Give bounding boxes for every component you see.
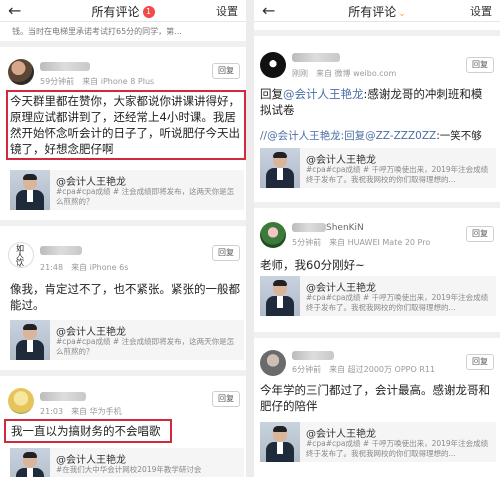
- comment-meta: 21:48 来自 iPhone 6s: [40, 263, 129, 272]
- mention-link[interactable]: :回复@ZZ-ZZZ0ZZ: [341, 130, 437, 142]
- reply-button[interactable]: 回复: [212, 245, 240, 261]
- previous-comment-snippet: 钱。当时在电梯里承诺考试打65分的同学，第...: [12, 27, 182, 36]
- post-author: @会计人王艳龙: [56, 177, 126, 188]
- comment-meta: 5分钟前 来自 HUAWEI Mate 20 Pro: [292, 238, 431, 247]
- notification-badge: 1: [142, 6, 155, 18]
- screenshot-divider: [246, 0, 254, 477]
- avatar[interactable]: 如人饮水: [8, 242, 34, 268]
- chevron-down-icon: ⌄: [398, 9, 406, 19]
- linked-post-card[interactable]: @会计人王艳龙 #cpa#cpa成绩 # 千呼万唤使出来，2019年注会成绩终于…: [260, 148, 496, 188]
- linked-post-card[interactable]: @会计人王艳龙 #cpa#cpa成绩 # 千呼万唤使出来，2019年注会成绩终于…: [260, 422, 496, 462]
- right-screenshot: ← 所有评论 ⌄ 设置 刚刚 来自 微博 weibo.com 回复 回复@会计人王…: [254, 0, 500, 477]
- post-author: @会计人王艳龙: [306, 429, 376, 440]
- avatar[interactable]: [260, 222, 286, 248]
- post-excerpt: #在我们大中华会计网校2019年教学研讨会: [56, 465, 202, 474]
- comment-text: 回复@会计人王艳龙:感谢龙哥的冲刺班和模拟试卷: [260, 87, 483, 117]
- settings-link[interactable]: 设置: [470, 3, 492, 19]
- linked-post-card[interactable]: @会计人王艳龙 #在我们大中华会计网校2019年教学研讨会: [10, 448, 244, 477]
- mention-link[interactable]: //@会计人王艳龙: [260, 130, 341, 142]
- reply-button[interactable]: 回复: [466, 57, 494, 73]
- post-thumbnail: [10, 448, 50, 477]
- page-title: 所有评论 1: [0, 3, 246, 20]
- linked-post-card[interactable]: @会计人王艳龙 #cpa#cpa成绩 # 注会成绩即将发布，这两天你是怎么煎熬的…: [10, 170, 244, 210]
- avatar[interactable]: [8, 59, 34, 85]
- post-thumbnail: [260, 148, 300, 188]
- linked-post-card[interactable]: @会计人王艳龙 #cpa#cpa成绩 # 注会成绩即将发布，这两天你是怎么煎熬的…: [10, 320, 244, 360]
- left-screenshot: ← 所有评论 1 设置 钱。当时在电梯里承诺考试打65分的同学，第... 59分钟…: [0, 0, 246, 477]
- reply-button[interactable]: 回复: [466, 226, 494, 242]
- post-author: @会计人王艳龙: [306, 155, 376, 166]
- post-excerpt: #cpa#cpa成绩 # 千呼万唤使出来，2019年注会成绩终于发布了。我祝我网…: [306, 293, 489, 312]
- comment-text: 像我，肯定过不了，也不紧张。紧张的一般都能过。: [10, 282, 240, 312]
- header-bar: ← 所有评论 1 设置: [0, 0, 246, 22]
- divider: [0, 41, 246, 47]
- comment-meta: 刚刚 来自 微博 weibo.com: [292, 69, 397, 78]
- username[interactable]: [40, 391, 86, 402]
- comment-text: 今年学的三门都过了，会计最高。感谢龙哥和肥仔的陪伴: [260, 383, 490, 413]
- highlight-box: [6, 90, 246, 160]
- post-excerpt: #cpa#cpa成绩 # 注会成绩即将发布，这两天你是怎么煎熬的？: [56, 187, 235, 206]
- header-bar: ← 所有评论 ⌄ 设置: [254, 0, 500, 22]
- username[interactable]: [292, 350, 334, 361]
- comment-meta: 21:03 来自 华为手机: [40, 407, 122, 416]
- comment-meta: 6分钟前 来自 超过2000万 OPPO R11: [292, 365, 436, 374]
- username[interactable]: [292, 52, 340, 63]
- comment-text: 老师，我60分刚好~: [260, 258, 365, 272]
- username[interactable]: [40, 245, 82, 256]
- page-title[interactable]: 所有评论 ⌄: [254, 3, 500, 20]
- mention-link[interactable]: @会计人王艳龙: [283, 87, 364, 101]
- quoted-reply-text: //@会计人王艳龙:回复@ZZ-ZZZ0ZZ:一笑不够: [260, 130, 482, 142]
- avatar-calligraphy: 如人饮水: [16, 244, 24, 268]
- divider: [254, 332, 500, 338]
- post-thumbnail: [10, 170, 50, 210]
- reply-button[interactable]: 回复: [212, 63, 240, 79]
- post-thumbnail: [10, 320, 50, 360]
- settings-link[interactable]: 设置: [216, 3, 238, 19]
- reply-button[interactable]: 回复: [466, 354, 494, 370]
- avatar[interactable]: [260, 52, 286, 78]
- username[interactable]: ShenKiN: [292, 222, 364, 233]
- divider: [0, 220, 246, 226]
- divider: [0, 370, 246, 376]
- post-author: @会计人王艳龙: [306, 283, 376, 294]
- post-author: @会计人王艳龙: [56, 455, 126, 466]
- highlight-box: [4, 419, 172, 443]
- username[interactable]: [40, 61, 90, 72]
- post-thumbnail: [260, 276, 300, 316]
- divider: [254, 202, 500, 208]
- post-excerpt: #cpa#cpa成绩 # 千呼万唤使出来，2019年注会成绩终于发布了。我祝我网…: [306, 439, 489, 458]
- post-excerpt: #cpa#cpa成绩 # 注会成绩即将发布，这两天你是怎么煎熬的？: [56, 337, 235, 356]
- comment-meta: 59分钟前 来自 iPhone 8 Plus: [40, 77, 155, 86]
- post-author: @会计人王艳龙: [56, 327, 126, 338]
- post-excerpt: #cpa#cpa成绩 # 千呼万唤使出来，2019年注会成绩终于发布了。我祝我网…: [306, 165, 489, 184]
- reply-button[interactable]: 回复: [212, 391, 240, 407]
- divider: [254, 30, 500, 36]
- avatar[interactable]: [260, 350, 286, 376]
- linked-post-card[interactable]: @会计人王艳龙 #cpa#cpa成绩 # 千呼万唤使出来，2019年注会成绩终于…: [260, 276, 496, 316]
- post-thumbnail: [260, 422, 300, 462]
- avatar[interactable]: [8, 388, 34, 414]
